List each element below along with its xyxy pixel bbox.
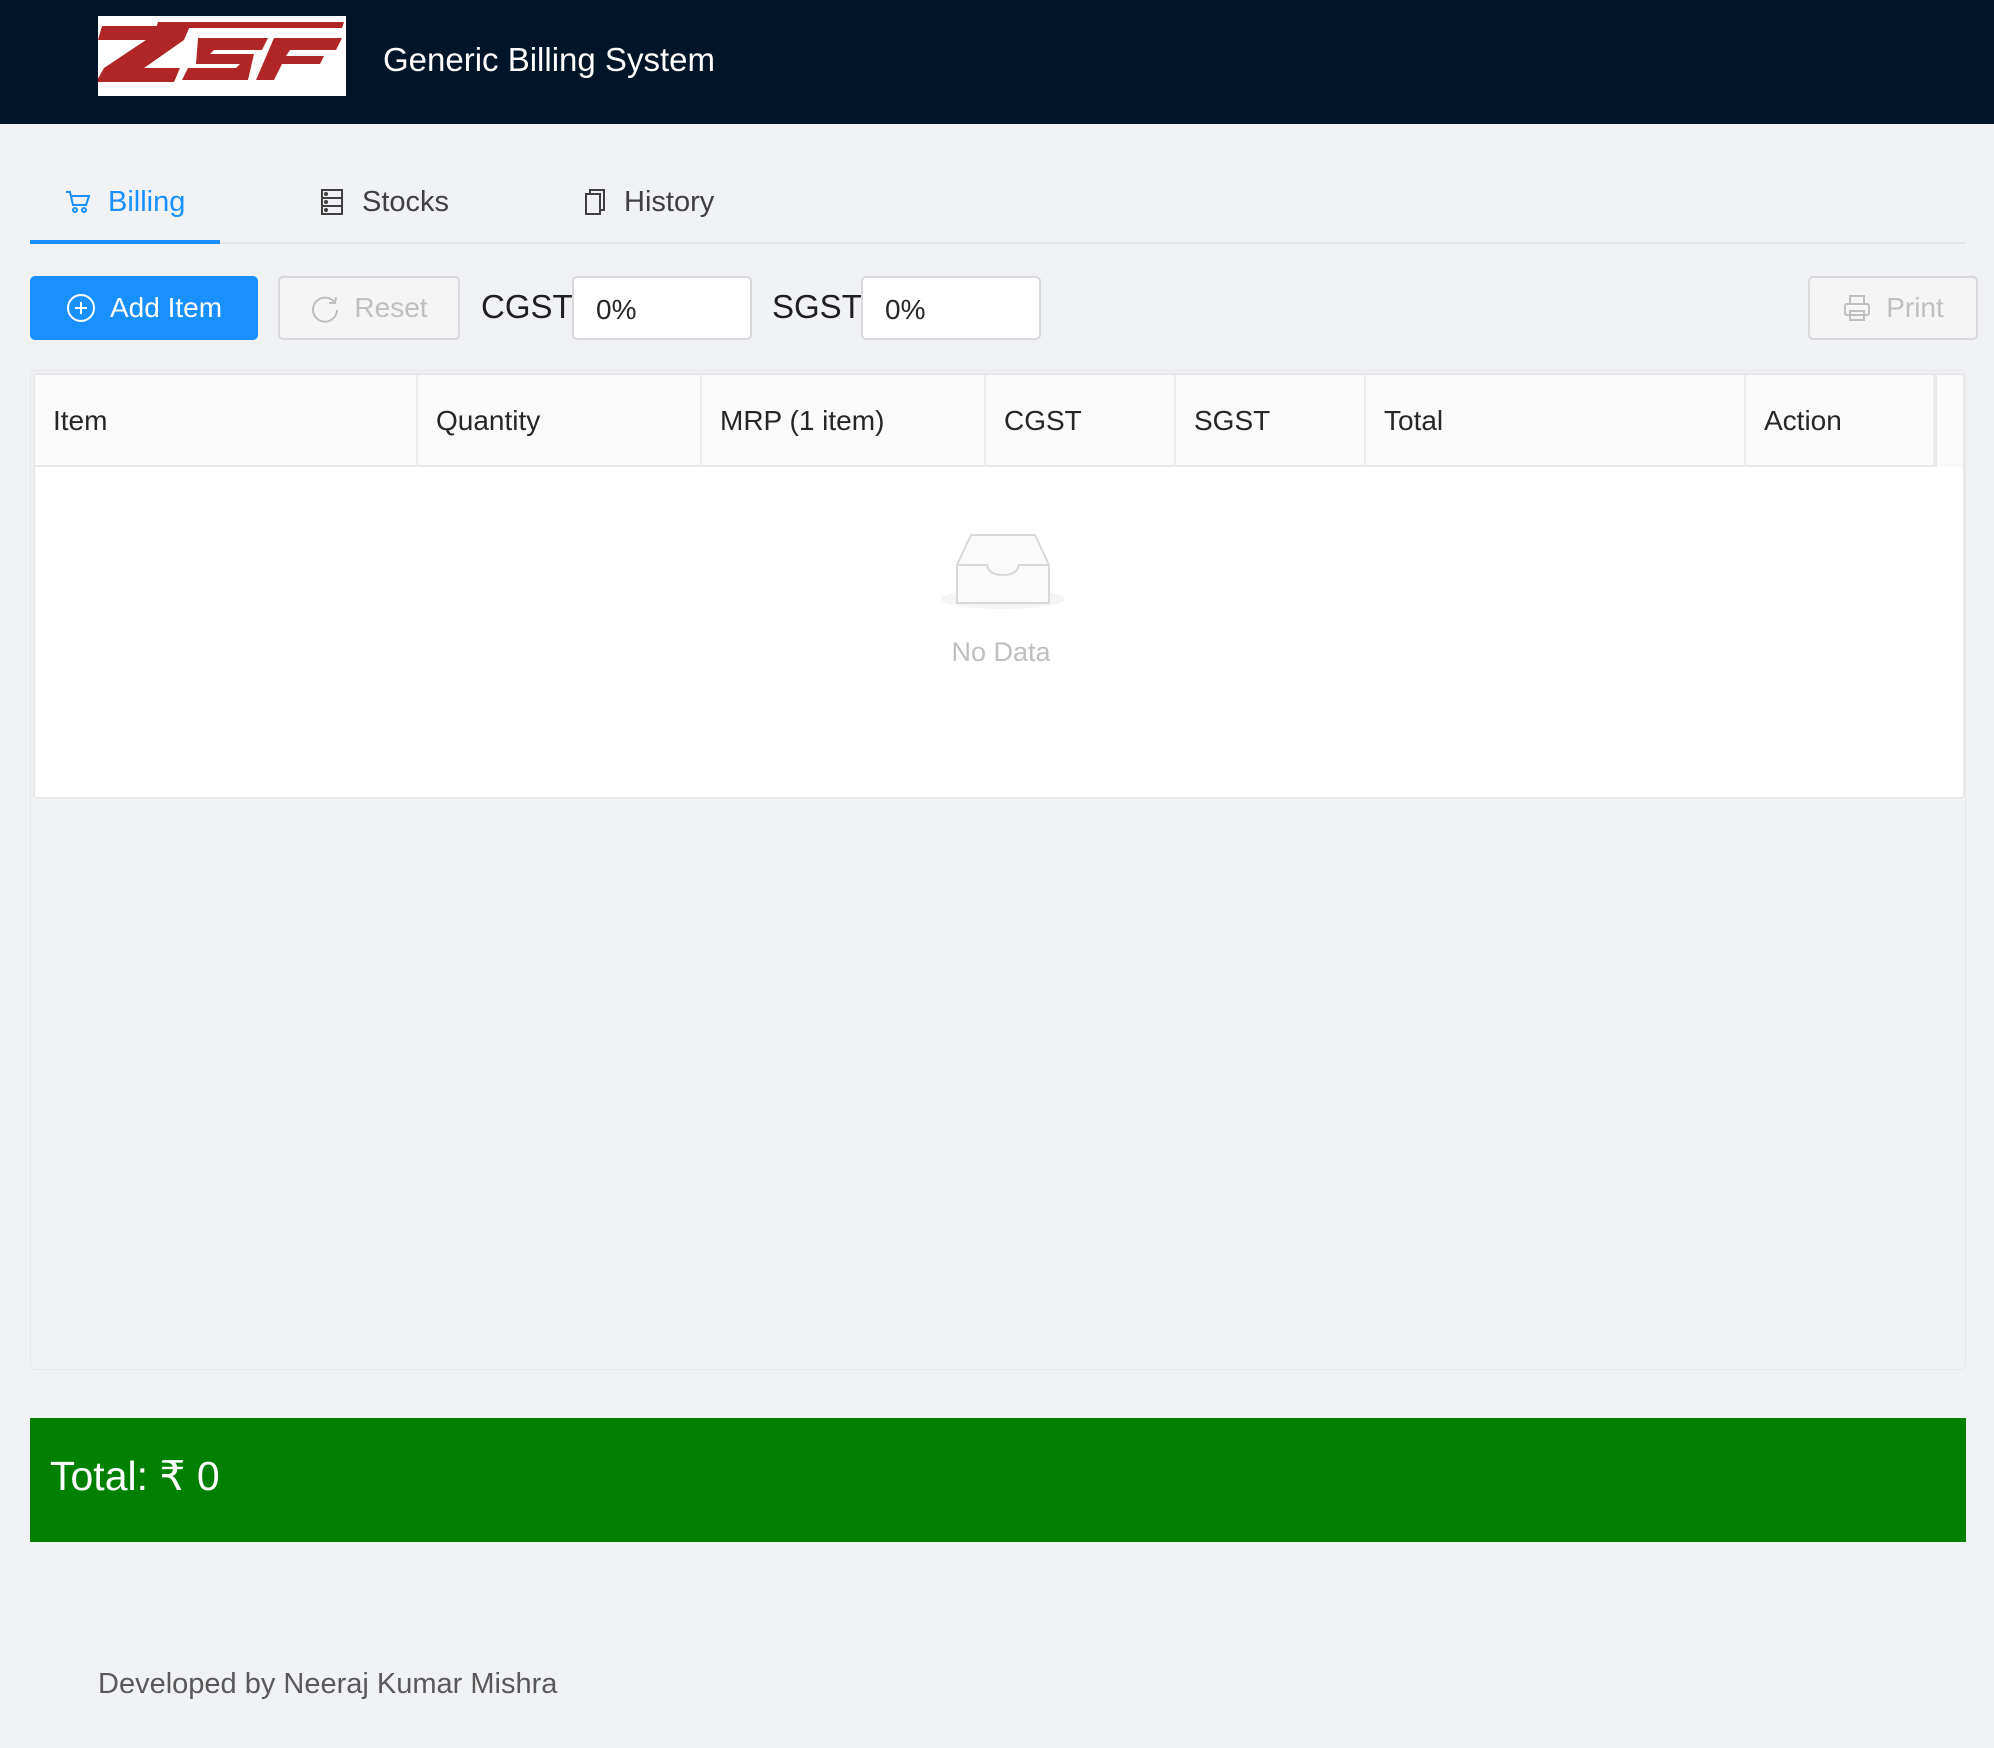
zsf-logo-graphic xyxy=(98,22,344,82)
footer-credit: Developed by Neeraj Kumar Mishra xyxy=(98,1668,558,1700)
table-header: Item Quantity MRP (1 item) CGST SGST Tot… xyxy=(35,375,1935,467)
cart-icon xyxy=(64,188,92,216)
reset-button[interactable]: Reset xyxy=(278,276,460,340)
reload-icon xyxy=(312,296,339,323)
tab-billing[interactable]: Billing xyxy=(64,160,185,244)
copy-icon xyxy=(580,188,608,216)
active-tab-indicator xyxy=(30,240,220,244)
sgst-label: SGST xyxy=(772,288,862,325)
column-header-sgst: SGST xyxy=(1176,375,1366,467)
column-header-total: Total xyxy=(1366,375,1746,467)
empty-inbox-icon xyxy=(941,534,1065,609)
app-title: Generic Billing System xyxy=(383,41,715,78)
tab-stocks[interactable]: Stocks xyxy=(318,160,449,244)
table-scrollbar-gutter xyxy=(1935,375,1963,467)
cgst-input[interactable] xyxy=(572,276,752,340)
column-header-quantity: Quantity xyxy=(418,375,702,467)
column-header-item: Item xyxy=(35,375,418,467)
billing-table-container: Item Quantity MRP (1 item) CGST SGST Tot… xyxy=(30,370,1966,1370)
tab-billing-label: Billing xyxy=(108,185,186,218)
grand-total: Total: ₹ 0 xyxy=(50,1453,220,1499)
tab-stocks-label: Stocks xyxy=(362,185,450,218)
plus-circle-icon xyxy=(66,294,95,322)
tab-history-label: History xyxy=(624,185,715,218)
add-item-button[interactable]: Add Item xyxy=(30,276,258,340)
add-item-label: Add Item xyxy=(109,292,223,323)
sgst-input[interactable] xyxy=(861,276,1041,340)
column-header-mrp: MRP (1 item) xyxy=(702,375,986,467)
column-header-cgst: CGST xyxy=(986,375,1176,467)
print-label: Print xyxy=(1886,292,1944,323)
database-icon xyxy=(318,188,346,216)
tab-history[interactable]: History xyxy=(580,160,714,244)
zsf-logo xyxy=(98,16,346,96)
billing-table: Item Quantity MRP (1 item) CGST SGST Tot… xyxy=(33,373,1965,799)
empty-text: No Data xyxy=(951,637,1051,667)
reset-label: Reset xyxy=(354,292,428,323)
main-tabs: Billing Stocks History xyxy=(30,160,1966,244)
column-header-action: Action xyxy=(1746,375,1935,467)
total-bar: Total: ₹ 0 xyxy=(30,1418,1966,1542)
app-header: Generic Billing System xyxy=(0,0,1994,124)
print-button[interactable]: Print xyxy=(1808,276,1978,340)
cgst-label: CGST xyxy=(481,288,573,325)
empty-state: No Data xyxy=(35,467,1963,797)
printer-icon xyxy=(1844,295,1871,321)
